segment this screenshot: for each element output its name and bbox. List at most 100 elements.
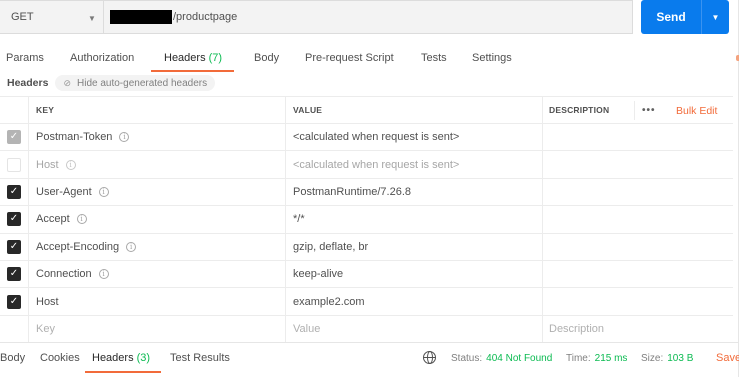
url-input[interactable]: /productpage — [104, 0, 633, 34]
info-icon[interactable]: i — [65, 159, 76, 170]
method-select[interactable]: GET ▼ — [0, 0, 104, 34]
tab-label: Params — [6, 52, 44, 64]
checkbox[interactable]: ✓ — [7, 130, 21, 145]
value-text: <calculated when request is sent> — [293, 131, 460, 144]
time-value[interactable]: 215 ms — [595, 353, 628, 364]
value-cell[interactable]: keep-alive — [285, 260, 542, 288]
tab-response-headers[interactable]: Headers (3) — [84, 352, 162, 373]
tab-response-test-results[interactable]: Test Results — [170, 352, 230, 364]
request-tabs: Params Authorization Headers (7) Body Pr… — [0, 50, 739, 72]
tab-label: Settings — [472, 52, 512, 64]
description-cell[interactable] — [542, 206, 733, 233]
value-cell[interactable]: gzip, deflate, br — [285, 233, 542, 260]
hide-auto-headers-button[interactable]: ⊘ Hide auto-generated headers — [55, 75, 216, 91]
value-cell[interactable]: PostmanRuntime/7.26.8 — [285, 178, 542, 206]
value-cell[interactable]: <calculated when request is sent> — [285, 124, 542, 151]
tab-authorization[interactable]: Authorization — [70, 50, 134, 72]
row-checkbox-cell: ✓ — [0, 179, 28, 205]
description-cell[interactable] — [542, 151, 733, 178]
tab-tests[interactable]: Tests — [421, 50, 447, 72]
info-icon[interactable]: i — [119, 132, 130, 143]
description-cell[interactable] — [542, 124, 733, 151]
size-readout: Size: 103 B — [641, 353, 693, 364]
value-text: PostmanRuntime/7.26.8 — [293, 185, 412, 198]
tab-response-body[interactable]: Body — [0, 352, 25, 364]
check-icon: ✓ — [9, 131, 19, 143]
checkbox[interactable]: ✓ — [7, 212, 21, 227]
tab-label: Headers — [164, 52, 206, 64]
row-checkbox-cell: ✓ — [0, 288, 28, 314]
tab-label: Authorization — [70, 52, 135, 64]
checkbox[interactable]: ✓ — [7, 184, 21, 199]
caret-down-icon[interactable]: ▼ — [702, 13, 729, 22]
checkbox[interactable]: ✓ — [7, 294, 21, 309]
headers-table: KEY VALUE DESCRIPTION ••• Bulk Edit ✓ Po… — [0, 96, 733, 344]
value-text: gzip, deflate, br — [293, 240, 369, 253]
value-cell[interactable]: example2.com — [285, 288, 542, 315]
send-button[interactable]: Send ▼ — [641, 0, 729, 34]
check-icon: ✓ — [9, 185, 19, 197]
tab-settings[interactable]: Settings — [472, 50, 512, 72]
key-cell[interactable]: Host — [28, 288, 285, 315]
info-icon[interactable]: i — [98, 186, 109, 197]
value-cell[interactable]: <calculated when request is sent> — [285, 151, 542, 178]
value-text: keep-alive — [293, 268, 344, 281]
info-icon[interactable]: i — [98, 269, 109, 280]
description-cell[interactable] — [542, 288, 733, 315]
key-cell[interactable]: Host i — [28, 151, 285, 178]
new-key-input[interactable]: Key — [28, 315, 285, 343]
key-text: User-Agent — [36, 185, 92, 198]
description-cell[interactable] — [542, 260, 733, 288]
eye-slash-icon: ⊘ — [63, 77, 71, 88]
table-row: ✓ Connection i keep-alive — [0, 260, 733, 289]
tab-label: Tests — [421, 52, 447, 64]
checkbox[interactable]: ✓ — [7, 267, 21, 282]
description-cell[interactable] — [542, 233, 733, 260]
key-text: Host — [36, 295, 59, 308]
checkbox[interactable]: ✓ — [7, 239, 21, 254]
row-checkbox-cell: ✓ — [0, 234, 28, 260]
info-icon[interactable]: i — [76, 214, 87, 225]
description-cell[interactable] — [542, 178, 733, 206]
status-value[interactable]: 404 Not Found — [486, 353, 552, 364]
headers-title: Headers — [7, 77, 49, 89]
more-options-icon[interactable]: ••• — [642, 105, 656, 116]
check-icon: ✓ — [9, 268, 19, 280]
key-cell[interactable]: Accept i — [28, 206, 285, 233]
tab-count: (7) — [208, 52, 223, 64]
tab-pre-request-script[interactable]: Pre-request Script — [305, 50, 394, 72]
checkbox[interactable] — [7, 157, 21, 172]
time-label: Time: — [566, 353, 591, 364]
new-description-input[interactable]: Description — [542, 315, 733, 343]
url-path: /productpage — [173, 11, 238, 23]
value-cell[interactable]: */* — [285, 206, 542, 233]
tab-body[interactable]: Body — [254, 50, 279, 72]
key-cell[interactable]: Connection i — [28, 260, 285, 288]
bulk-edit-link[interactable]: Bulk Edit — [676, 105, 717, 117]
check-icon: ✓ — [9, 295, 19, 307]
key-cell[interactable]: Postman-Token i — [28, 124, 285, 151]
save-response-button[interactable]: Save — [716, 352, 739, 364]
tab-headers[interactable]: Headers (7) — [150, 50, 235, 72]
tab-label: Headers — [92, 352, 134, 364]
row-checkbox-cell — [0, 151, 28, 177]
column-description-label: DESCRIPTION — [549, 105, 610, 115]
postman-request-panel: GET ▼ /productpage Send ▼ Params Authori… — [0, 0, 739, 377]
row-checkbox-cell — [0, 316, 28, 342]
table-row: Host i <calculated when request is sent> — [0, 151, 733, 179]
check-icon: ✓ — [9, 240, 19, 252]
size-value[interactable]: 103 B — [667, 353, 693, 364]
method-label: GET — [11, 11, 34, 23]
key-cell[interactable]: User-Agent i — [28, 178, 285, 206]
column-value-header: VALUE — [285, 97, 542, 123]
key-cell[interactable]: Accept-Encoding i — [28, 233, 285, 260]
row-checkbox-cell: ✓ — [0, 124, 28, 150]
tab-params[interactable]: Params — [6, 50, 44, 72]
globe-icon[interactable] — [423, 351, 436, 364]
value-text: */* — [293, 213, 305, 226]
info-icon[interactable]: i — [126, 241, 137, 252]
tab-response-cookies[interactable]: Cookies — [40, 352, 80, 364]
new-value-input[interactable]: Value — [285, 315, 542, 343]
status-readout: Status: 404 Not Found — [451, 353, 552, 364]
value-text: <calculated when request is sent> — [293, 158, 460, 171]
